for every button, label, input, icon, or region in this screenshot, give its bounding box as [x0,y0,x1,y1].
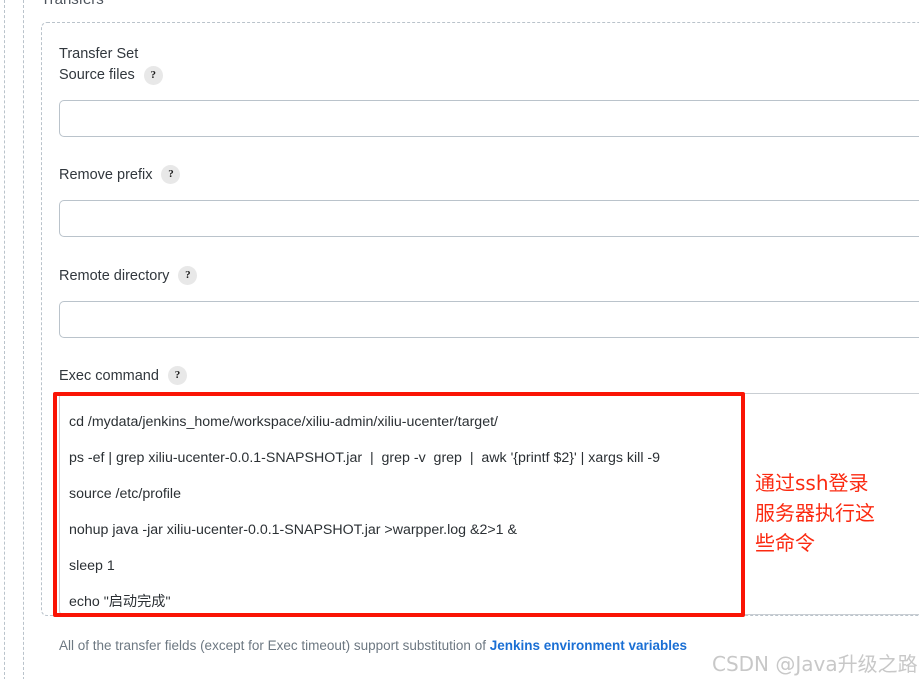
form-nesting-rail-middle [23,0,24,679]
exec-command-label: Exec command [59,367,159,384]
source-files-label-group: Transfer Set Source files ? [59,44,163,86]
transfers-section-caption: Transfers [41,0,104,8]
remote-directory-help-icon[interactable]: ? [178,266,198,285]
jenkins-publish-over-ssh-transfer-panel: Transfers Transfer Set Source files ? Re… [0,0,919,679]
remove-prefix-input[interactable] [59,200,919,237]
exec-command-line: echo "启动完成" [69,594,171,610]
form-nesting-rail-outer [4,0,5,679]
source-files-input[interactable] [59,100,919,137]
exec-command-help-icon[interactable]: ? [167,366,187,385]
transfer-fields-footer-note: All of the transfer fields (except for E… [59,638,687,653]
source-files-help-icon[interactable]: ? [143,66,163,85]
source-files-label: Source files [59,67,135,83]
transfer-set-title: Transfer Set [59,46,139,62]
footer-note-text: All of the transfer fields (except for E… [59,638,490,653]
remote-directory-input[interactable] [59,301,919,338]
exec-command-label-group: Exec command ? [59,366,187,385]
remote-directory-label-group: Remote directory ? [59,266,198,285]
remote-directory-label: Remote directory [59,267,170,284]
remove-prefix-help-icon[interactable]: ? [161,165,181,184]
remove-prefix-label: Remove prefix [59,166,153,183]
remove-prefix-label-group: Remove prefix ? [59,165,181,184]
annotation-note-text: 通过ssh登录 服务器执行这 些命令 [755,471,875,555]
jenkins-environment-variables-link[interactable]: Jenkins environment variables [490,638,687,653]
csdn-watermark: CSDN @Java升级之路 [712,652,918,676]
exec-command-line: cd /mydata/jenkins_home/workspace/xiliu-… [69,414,498,430]
